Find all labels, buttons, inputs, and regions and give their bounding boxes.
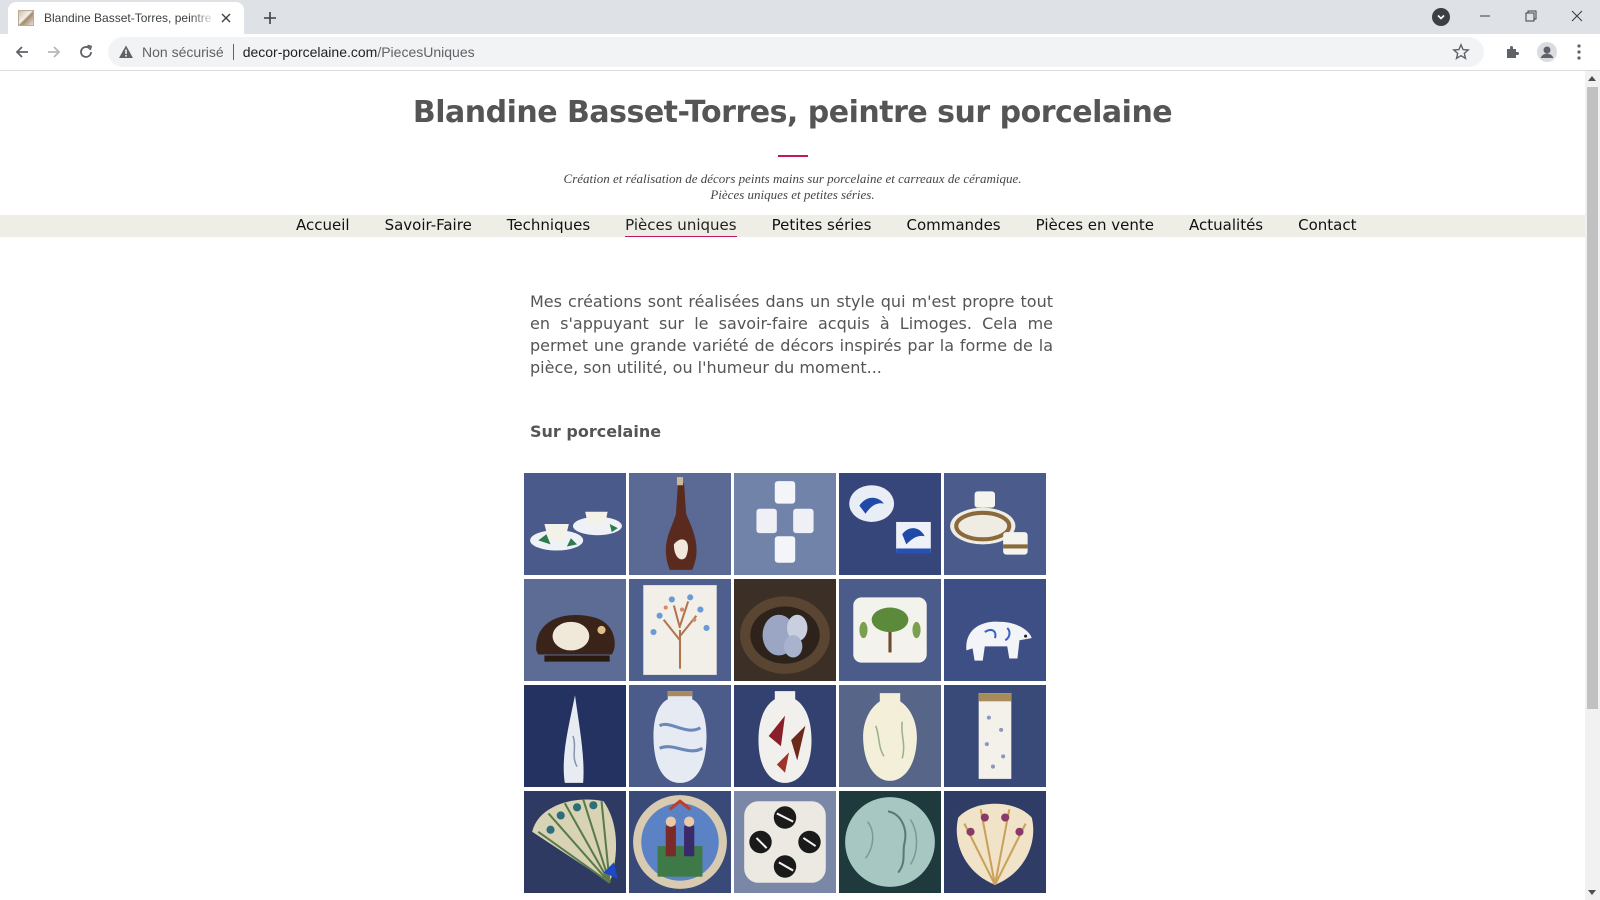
bookmark-star-icon[interactable] xyxy=(1452,43,1470,61)
nav-item-contact[interactable]: Contact xyxy=(1298,215,1356,237)
menu-items: Accueil Savoir-Faire Techniques Pièces uniq… xyxy=(296,215,1391,237)
gallery-thumb-red-leaf-vase[interactable] xyxy=(734,685,836,787)
nav-item-commandes[interactable]: Commandes xyxy=(906,215,1000,237)
gallery-thumb-tall-thin-vase[interactable] xyxy=(524,685,626,787)
gallery-thumb-stacked-white-cups[interactable] xyxy=(734,473,836,575)
site-favicon-icon xyxy=(18,10,34,26)
forward-arrow-icon[interactable] xyxy=(40,38,68,66)
extensions-puzzle-icon[interactable] xyxy=(1502,41,1524,63)
intro-paragraph: Mes créations sont réalisées dans un sty… xyxy=(530,292,1053,377)
security-status-label[interactable]: Non sécurisé xyxy=(142,44,224,60)
tagline-line-1: Création et réalisation de décors peints… xyxy=(563,171,1022,186)
reload-icon[interactable] xyxy=(72,38,100,66)
gallery-thumb-folk-art-plate[interactable] xyxy=(629,791,731,893)
nav-item-petites-séries[interactable]: Petites séries xyxy=(772,215,872,237)
scrollbar-thumb[interactable] xyxy=(1587,87,1598,709)
gallery-thumb-basket-with-eggs[interactable] xyxy=(734,579,836,681)
nav-item-accueil[interactable]: Accueil xyxy=(296,215,350,237)
close-window-icon[interactable] xyxy=(1554,0,1600,32)
scroll-down-arrow-icon[interactable] xyxy=(1588,890,1596,895)
site-tagline: Création et réalisation de décors peints… xyxy=(0,171,1585,203)
warning-triangle-icon[interactable] xyxy=(118,44,134,60)
browser-tab-active[interactable]: Blandine Basset-Torres, peintre sur porc… xyxy=(8,2,244,34)
nav-item-actualités[interactable]: Actualités xyxy=(1189,215,1263,237)
gallery-thumb-polar-bear-figurine[interactable] xyxy=(944,579,1046,681)
gallery-thumb-face-relief-plate[interactable] xyxy=(839,791,941,893)
minimize-window-icon[interactable] xyxy=(1462,0,1508,32)
porcelain-gallery xyxy=(524,473,1049,893)
gallery-thumb-peacock-fan-dish[interactable] xyxy=(524,791,626,893)
profile-avatar-icon[interactable] xyxy=(1536,41,1558,63)
section-title: Sur porcelaine xyxy=(530,422,662,441)
gallery-thumb-cream-ovoid-vase[interactable] xyxy=(839,685,941,787)
scroll-up-arrow-icon[interactable] xyxy=(1588,76,1596,81)
gallery-thumb-blue-gray-vase[interactable] xyxy=(629,685,731,787)
tagline-line-2: Pièces uniques et petites séries. xyxy=(710,187,875,202)
tab-title: Blandine Basset-Torres, peintre sur porc… xyxy=(44,11,216,25)
gallery-thumb-tree-of-life-tile[interactable] xyxy=(629,579,731,681)
nav-item-savoir-faire[interactable]: Savoir-Faire xyxy=(385,215,472,237)
gallery-thumb-zebra-coasters[interactable] xyxy=(734,791,836,893)
main-navigation: Accueil Savoir-Faire Techniques Pièces uniq… xyxy=(0,215,1585,237)
page-scrollbar[interactable] xyxy=(1585,71,1600,900)
gallery-thumb-square-gold-vase[interactable] xyxy=(944,685,1046,787)
gallery-thumb-bottle-brown-swirl[interactable] xyxy=(629,473,731,575)
gallery-thumb-blue-bird-boxes[interactable] xyxy=(839,473,941,575)
close-tab-icon[interactable] xyxy=(218,10,234,26)
address-separator xyxy=(232,44,234,60)
browser-menu-kebab-icon[interactable] xyxy=(1568,41,1590,63)
title-divider xyxy=(778,155,808,157)
nav-item-techniques[interactable]: Techniques xyxy=(507,215,590,237)
restore-window-icon[interactable] xyxy=(1508,0,1554,32)
gallery-thumb-feather-shell-dish[interactable] xyxy=(944,791,1046,893)
url-domain: decor-porcelaine.com xyxy=(242,44,378,60)
browser-toolbar: Non sécurisé decor-porcelaine.com /Piece… xyxy=(0,34,1600,71)
gallery-thumb-brown-elephant-box[interactable] xyxy=(524,579,626,681)
back-arrow-icon[interactable] xyxy=(8,38,36,66)
address-bar[interactable]: Non sécurisé decor-porcelaine.com /Piece… xyxy=(108,37,1484,67)
page-viewport: Blandine Basset-Torres, peintre sur porc… xyxy=(0,71,1585,900)
browser-tab-strip: Blandine Basset-Torres, peintre sur porc… xyxy=(0,0,1600,34)
nav-item-pièces-en-vente[interactable]: Pièces en vente xyxy=(1036,215,1154,237)
gallery-thumb-gold-rim-cups[interactable] xyxy=(944,473,1046,575)
site-title[interactable]: Blandine Basset-Torres, peintre sur porc… xyxy=(0,95,1585,130)
gallery-thumb-teacups-green-triangles[interactable] xyxy=(524,473,626,575)
url-path: /PiecesUniques xyxy=(377,44,475,60)
nav-item-pièces-uniques[interactable]: Pièces uniques xyxy=(625,215,737,237)
tab-search-dropdown-icon[interactable] xyxy=(1432,8,1450,26)
new-tab-button[interactable] xyxy=(258,6,282,30)
gallery-thumb-olive-tree-plate[interactable] xyxy=(839,579,941,681)
